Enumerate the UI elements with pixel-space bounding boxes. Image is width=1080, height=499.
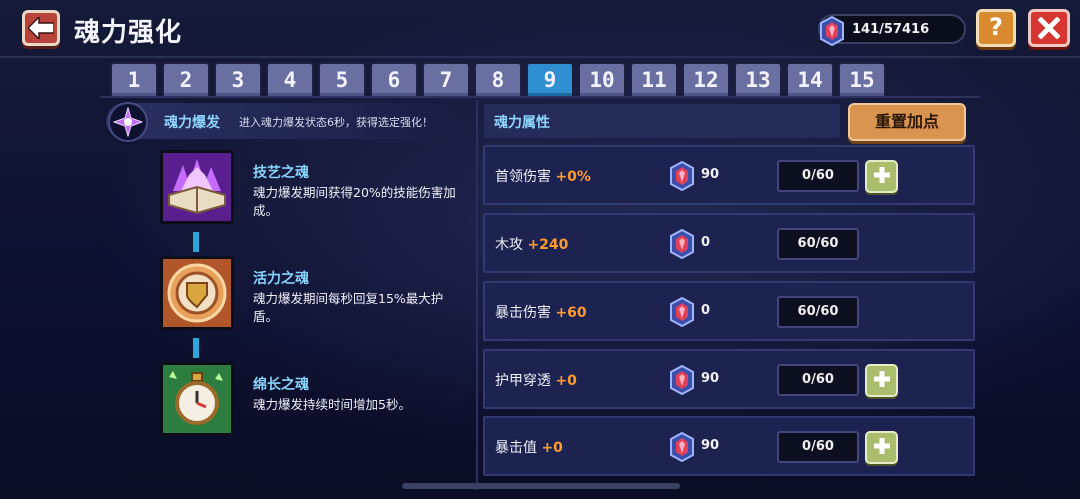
header: 魂力强化 141/57416 ? <box>0 0 1080 56</box>
soul-currency-display: 141/57416 <box>818 14 966 46</box>
add-point-button[interactable] <box>865 160 898 193</box>
level-tabs: 1 2 3 4 5 6 7 8 9 10 11 12 13 14 15 <box>110 62 886 96</box>
reset-points-button[interactable]: 重置加点 <box>848 103 966 141</box>
attribute-name: 首领伤害 +0% <box>495 169 591 185</box>
attribute-bonus: +60 <box>555 305 587 321</box>
soul-skill[interactable]: 技艺之魂 魂力爆发期间获得20%的技能伤害加成。 <box>160 150 460 230</box>
tab-divider <box>100 96 980 98</box>
tab-13[interactable]: 13 <box>734 62 782 96</box>
tab-2[interactable]: 2 <box>162 62 210 96</box>
back-arrow-icon <box>28 17 54 39</box>
shield-medal-icon <box>160 256 234 330</box>
attribute-bonus: +0 <box>555 373 577 389</box>
plus-icon <box>872 436 892 460</box>
attribute-cost: 0 <box>701 235 711 250</box>
soul-connector <box>193 232 199 252</box>
attribute-name: 木攻 +240 <box>495 237 569 253</box>
attribute-row: 首领伤害 +0% 90 0/60 <box>483 145 975 205</box>
attribute-bonus: +0% <box>555 169 591 185</box>
tab-9[interactable]: 9 <box>526 62 574 96</box>
tab-11[interactable]: 11 <box>630 62 678 96</box>
attribute-cost: 90 <box>701 167 720 182</box>
attribute-level: 60/60 <box>777 228 859 260</box>
stopwatch-icon <box>160 362 234 436</box>
soul-burst-icon <box>108 102 148 142</box>
burst-star-icon <box>113 107 143 137</box>
header-divider <box>0 56 1080 58</box>
soul-burst-title: 魂力爆发 <box>164 115 220 131</box>
close-icon <box>1038 17 1060 39</box>
add-point-button[interactable] <box>865 431 898 464</box>
tab-6[interactable]: 6 <box>370 62 418 96</box>
attribute-level: 0/60 <box>777 431 859 463</box>
plus-icon <box>872 165 892 189</box>
tab-10[interactable]: 10 <box>578 62 626 96</box>
attribute-cost: 0 <box>701 303 711 318</box>
attribute-cost: 90 <box>701 371 720 386</box>
soul-description: 魂力爆发期间获得20%的技能伤害加成。 <box>253 185 456 218</box>
currency-value: 141/57416 <box>852 21 930 37</box>
attribute-name: 暴击伤害 +60 <box>495 305 587 321</box>
soul-crystal-icon <box>669 431 695 466</box>
panel-divider <box>476 100 478 490</box>
attribute-level: 60/60 <box>777 296 859 328</box>
help-button[interactable]: ? <box>976 9 1016 47</box>
attributes-title: 魂力属性 <box>494 115 550 131</box>
question-mark-icon: ? <box>989 13 1003 41</box>
tab-7[interactable]: 7 <box>422 62 470 96</box>
horizontal-scrollbar[interactable] <box>402 483 680 489</box>
tab-3[interactable]: 3 <box>214 62 262 96</box>
purple-flame-book-icon <box>160 150 234 224</box>
tab-1[interactable]: 1 <box>110 62 158 96</box>
attribute-level: 0/60 <box>777 364 859 396</box>
soul-description: 魂力爆发持续时间增加5秒。 <box>253 397 411 412</box>
attribute-bonus: +0 <box>541 440 563 456</box>
attribute-row: 护甲穿透 +0 90 0/60 <box>483 349 975 409</box>
soul-crystal-icon <box>820 16 844 46</box>
tab-14[interactable]: 14 <box>786 62 834 96</box>
soul-name: 活力之魂 <box>253 271 309 287</box>
soul-duration[interactable]: 绵长之魂 魂力爆发持续时间增加5秒。 <box>160 362 460 442</box>
attribute-name: 护甲穿透 +0 <box>495 373 577 389</box>
soul-connector <box>193 338 199 358</box>
close-button[interactable] <box>1028 9 1070 47</box>
tab-5[interactable]: 5 <box>318 62 366 96</box>
back-button[interactable] <box>22 10 60 46</box>
soul-vitality[interactable]: 活力之魂 魂力爆发期间每秒回复15%最大护盾。 <box>160 256 460 336</box>
plus-icon <box>872 369 892 393</box>
tab-8[interactable]: 8 <box>474 62 522 96</box>
soul-description: 魂力爆发期间每秒回复15%最大护盾。 <box>253 291 444 324</box>
soul-crystal-icon <box>669 296 695 331</box>
soul-name: 技艺之魂 <box>253 165 309 181</box>
attribute-row: 暴击伤害 +60 0 60/60 <box>483 281 975 341</box>
attribute-cost: 90 <box>701 438 720 453</box>
attribute-row: 木攻 +240 0 60/60 <box>483 213 975 273</box>
soul-burst-description: 进入魂力爆发状态6秒，获得选定强化！ <box>239 116 433 129</box>
add-point-button[interactable] <box>865 364 898 397</box>
attribute-bonus: +240 <box>527 237 569 253</box>
attribute-row: 暴击值 +0 90 0/60 <box>483 416 975 476</box>
soul-name: 绵长之魂 <box>253 377 309 393</box>
tab-15[interactable]: 15 <box>838 62 886 96</box>
attribute-name: 暴击值 +0 <box>495 440 563 456</box>
attribute-level: 0/60 <box>777 160 859 192</box>
soul-crystal-icon <box>669 364 695 399</box>
soul-crystal-icon <box>669 228 695 263</box>
page-title: 魂力强化 <box>74 18 183 48</box>
tab-4[interactable]: 4 <box>266 62 314 96</box>
soul-crystal-icon <box>669 160 695 195</box>
tab-12[interactable]: 12 <box>682 62 730 96</box>
